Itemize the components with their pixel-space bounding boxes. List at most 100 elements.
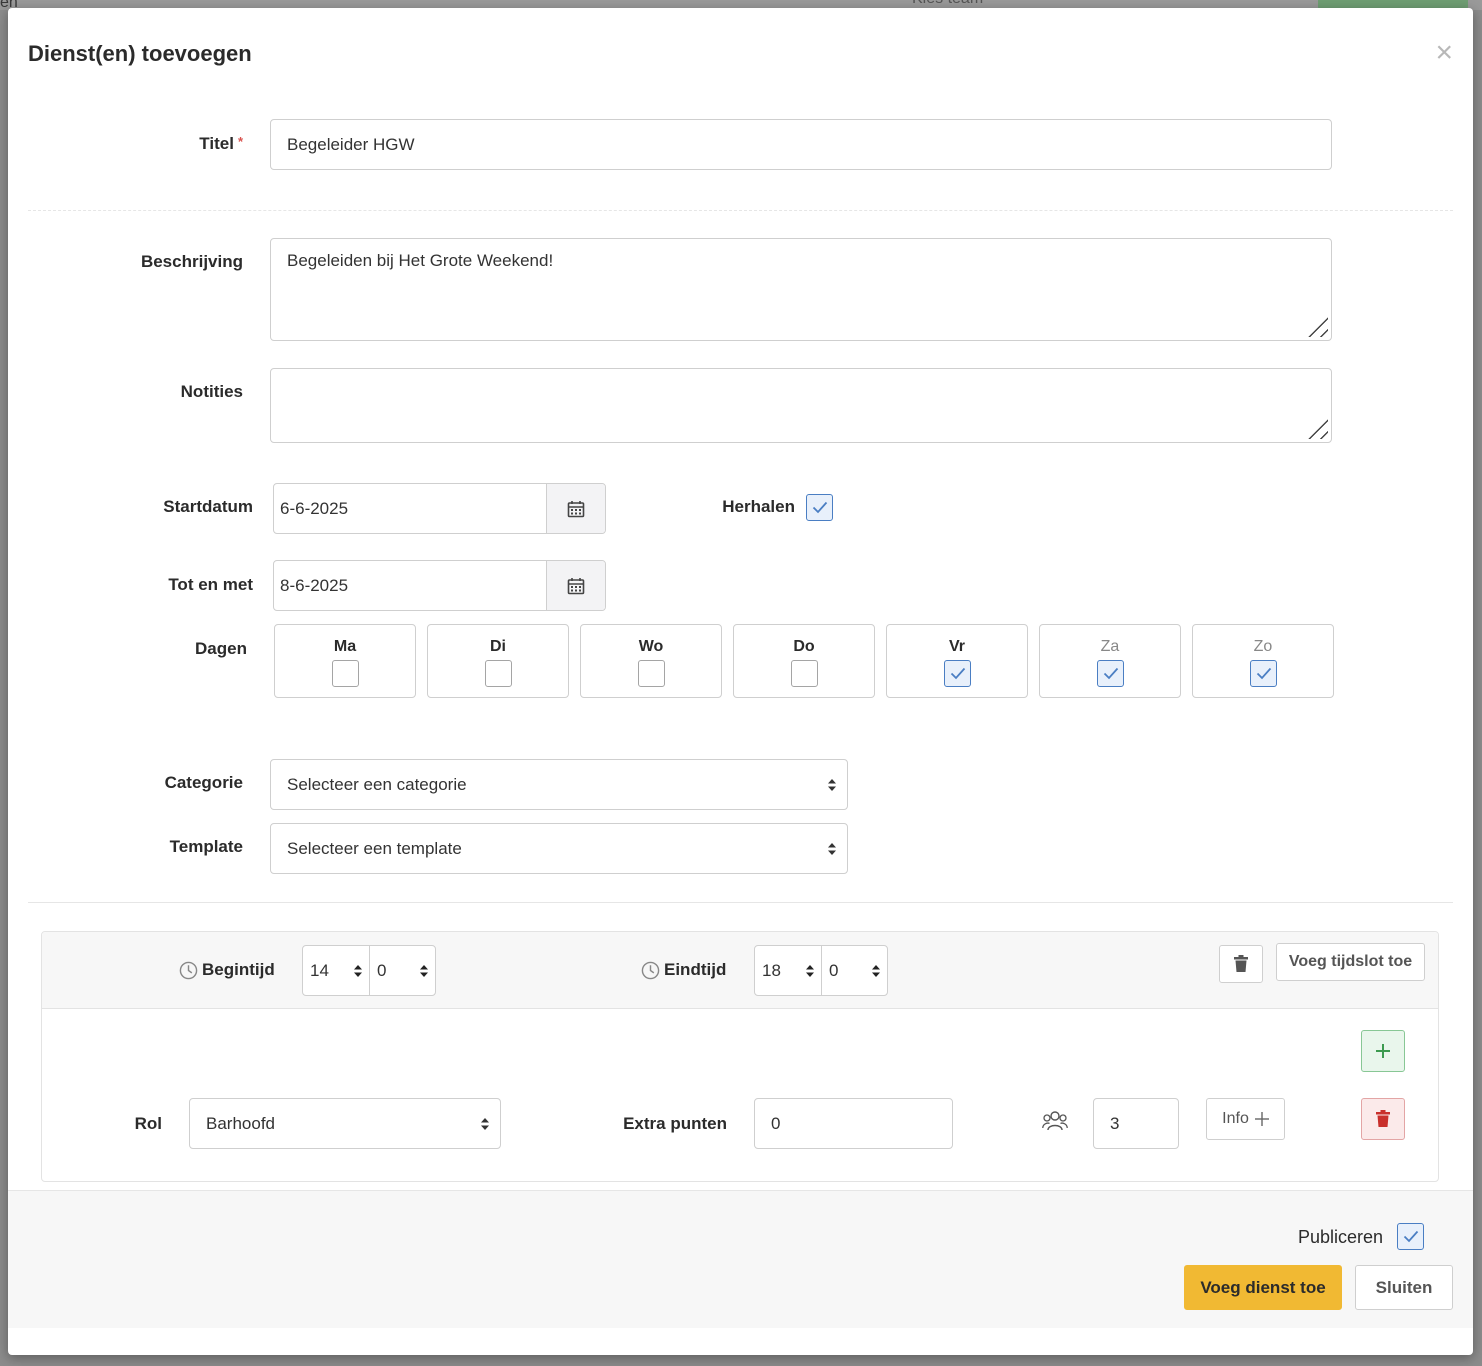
description-label: Beschrijving [140,252,243,271]
check-icon [812,501,827,514]
modal-title: Dienst(en) toevoegen [28,41,252,66]
notes-label: Notities [180,382,243,401]
day-label: Za [1100,638,1120,655]
start-date-label: Startdatum [163,497,253,516]
start-hour-value: 14 [310,960,329,980]
day-checkbox-do[interactable] [791,660,818,687]
category-select-value: Selecteer een categorie [287,774,467,794]
end-date-label: Tot en met [168,575,253,594]
role-label: Rol [134,1114,162,1133]
publish-checkbox[interactable] [1397,1223,1424,1250]
check-icon [1256,667,1271,680]
divider [28,902,1453,903]
info-button[interactable]: Info [1206,1098,1285,1140]
day-zo: Zo [1192,624,1334,698]
day-checkbox-vr[interactable] [944,660,971,687]
add-role-button[interactable] [1361,1030,1405,1072]
day-checkbox-ma[interactable] [332,660,359,687]
day-vr: Vr [886,624,1028,698]
end-date-input[interactable]: 8-6-2025 [274,561,546,610]
day-checkbox-di[interactable] [485,660,512,687]
delete-role-button[interactable] [1361,1098,1405,1140]
select-arrows-icon [828,842,836,855]
publish-label: Publiceren [1297,1227,1383,1247]
check-icon [1403,1230,1418,1243]
trash-icon [1234,955,1248,972]
select-arrows-icon [828,778,836,791]
start-date-picker: 6-6-2025 [273,483,606,534]
required-mark: * [237,134,243,149]
start-time-label: Begintijd [179,960,275,980]
stepper-arrows-icon [806,964,814,977]
calendar-button[interactable] [546,484,605,533]
info-button-label: Info [1222,1110,1249,1127]
start-minute-stepper[interactable]: 0 [369,946,435,995]
calendar-icon [567,500,585,517]
template-label: Template [169,837,243,856]
category-label: Categorie [164,773,243,792]
end-time-picker: 18 0 [754,945,888,996]
extra-points-input[interactable]: 0 [754,1098,953,1149]
role-select[interactable]: Barhoofd [189,1098,501,1149]
resize-handle[interactable] [1304,415,1328,439]
day-checkbox-za[interactable] [1097,660,1124,687]
repeat-checkbox[interactable] [806,494,833,521]
close-button[interactable]: Sluiten [1355,1265,1453,1310]
plus-icon [1376,1044,1390,1058]
day-label: Zo [1253,638,1273,655]
title-label: Titel * [128,134,243,154]
end-hour-stepper[interactable]: 18 [755,946,821,995]
end-time-label: Eindtijd [641,960,726,980]
end-hour-value: 18 [762,960,781,980]
resize-handle[interactable] [1304,313,1328,337]
modal-footer: Publiceren Voeg dienst toe Sluiten [8,1190,1473,1328]
start-hour-stepper[interactable]: 14 [303,946,369,995]
stepper-arrows-icon [872,964,880,977]
title-input[interactable]: Begeleider HGW [270,119,1332,170]
delete-timeslot-button[interactable] [1219,945,1263,983]
trash-icon [1376,1110,1390,1127]
add-timeslot-button[interactable]: Voeg tijdslot toe [1276,943,1425,981]
calendar-button[interactable] [546,561,605,610]
users-icon [1042,1111,1068,1131]
description-textarea[interactable]: Begeleiden bij Het Grote Weekend! [270,238,1332,341]
start-minute-value: 0 [377,960,387,980]
day-checkbox-zo[interactable] [1250,660,1277,687]
day-di: Di [427,624,569,698]
plus-icon [1254,1112,1269,1126]
timeslot-header: Begintijd 14 0 Eindtijd 18 0 Voeg tijdsl… [42,932,1438,1009]
start-date-input[interactable]: 6-6-2025 [274,484,546,533]
add-shift-button[interactable]: Voeg dienst toe [1184,1265,1342,1310]
check-icon [950,667,965,680]
days-label: Dagen [195,639,247,658]
clock-icon [641,961,660,979]
background-team-select: Kies team [912,0,983,8]
repeat-label: Herhalen [722,497,795,516]
role-select-value: Barhoofd [206,1113,275,1133]
day-checkbox-wo[interactable] [638,660,665,687]
day-label: Vr [948,638,965,655]
day-za: Za [1039,624,1181,698]
start-time-picker: 14 0 [302,945,436,996]
template-select[interactable]: Selecteer een template [270,823,848,874]
people-count-input[interactable]: 3 [1093,1098,1179,1149]
close-icon[interactable]: × [1435,38,1453,68]
template-select-value: Selecteer een template [287,838,462,858]
calendar-icon [567,577,585,594]
add-shift-modal: Dienst(en) toevoegen × Titel * Begeleider… [8,8,1473,1355]
day-do: Do [733,624,875,698]
day-label: Wo [638,638,664,655]
description-text: Begeleiden bij Het Grote Weekend! [287,251,554,270]
select-arrows-icon [481,1117,489,1130]
end-minute-stepper[interactable]: 0 [821,946,887,995]
day-wo: Wo [580,624,722,698]
divider [28,210,1453,211]
stepper-arrows-icon [420,964,428,977]
extra-points-label: Extra punten [623,1114,727,1133]
notes-textarea[interactable] [270,368,1332,443]
category-select[interactable]: Selecteer een categorie [270,759,848,810]
day-label: Do [793,638,815,655]
end-date-picker: 8-6-2025 [273,560,606,611]
end-minute-value: 0 [829,960,839,980]
end-time-label-text: Eindtijd [664,960,727,979]
